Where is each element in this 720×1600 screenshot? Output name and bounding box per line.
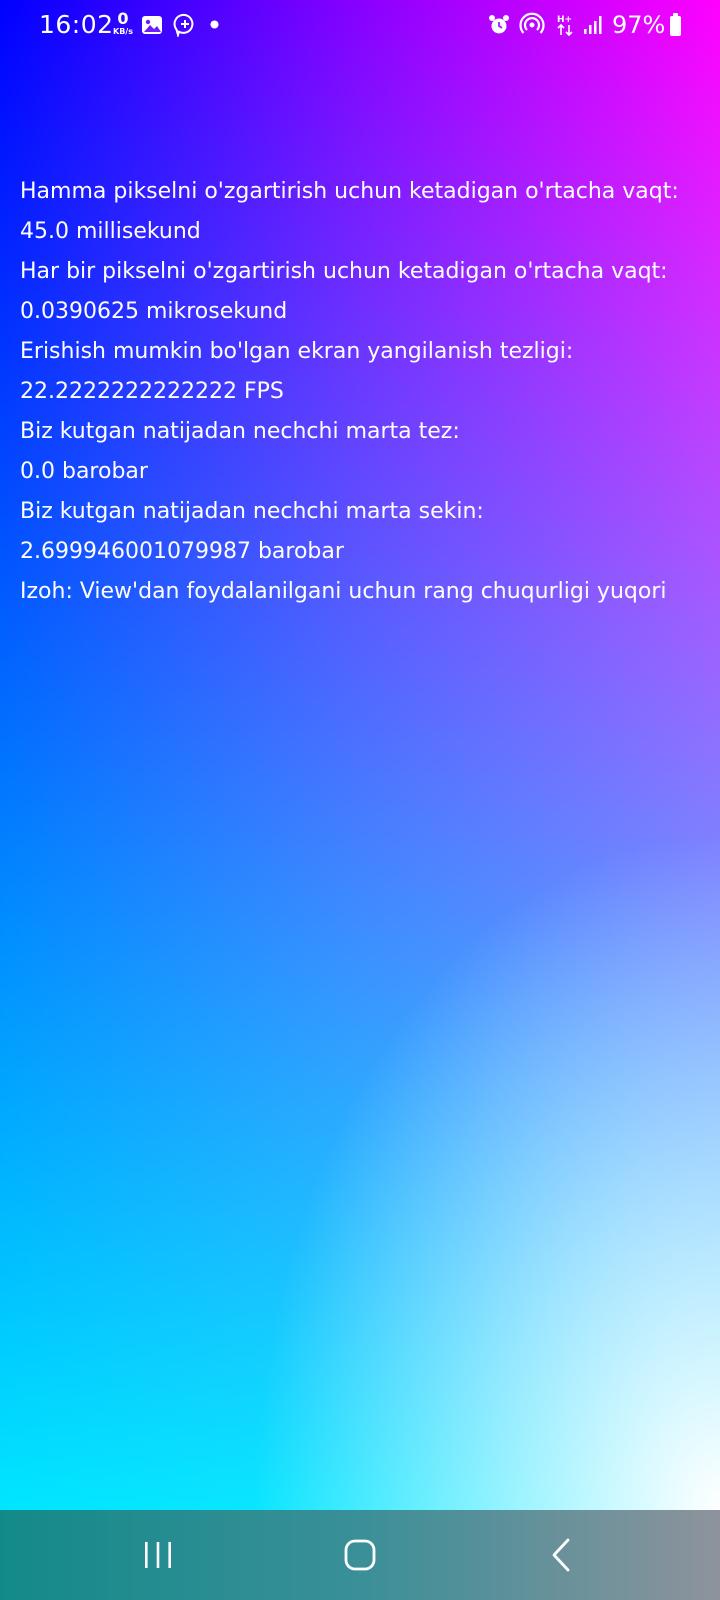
label-per-pixel-time: Har bir pikselni o'zgartirish uchun keta… (20, 259, 668, 284)
assistant-icon (173, 13, 197, 37)
benchmark-results: Hamma pikselni o'zgartirish uchun ketadi… (20, 172, 710, 612)
battery-icon (670, 13, 681, 36)
label-times-faster: Biz kutgan natijadan nechchi marta tez: (20, 419, 460, 444)
data-arrows-icon: H+ (555, 13, 575, 37)
image-icon (141, 14, 163, 36)
value-times-faster: 0.0 barobar (20, 459, 148, 484)
back-icon[interactable] (542, 1535, 582, 1575)
home-icon[interactable] (340, 1535, 380, 1575)
hotspot-icon (519, 12, 545, 38)
value-achievable-fps: 22.2222222222222 FPS (20, 379, 284, 404)
dot-icon (210, 20, 219, 29)
label-times-slower: Biz kutgan natijadan nechchi marta sekin… (20, 499, 484, 524)
navigation-bar (0, 1510, 720, 1600)
svg-text:H+: H+ (557, 15, 572, 25)
network-speed-value: 0 (117, 9, 129, 28)
battery-percent: 97% (612, 11, 666, 39)
network-speed: 0 KB/s (109, 11, 137, 36)
label-achievable-fps: Erishish mumkin bo'lgan ekran yangilanis… (20, 339, 574, 364)
alarm-icon (488, 14, 510, 36)
app-screen: 16:02 0 KB/s H+ 97% Hamma pikselni o'zga… (0, 0, 720, 1600)
note-text: Izoh: View'dan foydalanilgani uchun rang… (20, 579, 667, 604)
value-per-pixel-time: 0.0390625 mikrosekund (20, 299, 288, 324)
value-all-pixels-time: 45.0 millisekund (20, 219, 201, 244)
status-time: 16:02 (39, 10, 114, 39)
signal-icon (582, 14, 604, 36)
recent-apps-icon[interactable] (138, 1535, 178, 1575)
value-times-slower: 2.699946001079987 barobar (20, 539, 344, 564)
label-all-pixels-time: Hamma pikselni o'zgartirish uchun ketadi… (20, 179, 679, 204)
status-bar: 16:02 0 KB/s H+ 97% (0, 0, 720, 52)
network-speed-unit: KB/s (113, 27, 133, 36)
